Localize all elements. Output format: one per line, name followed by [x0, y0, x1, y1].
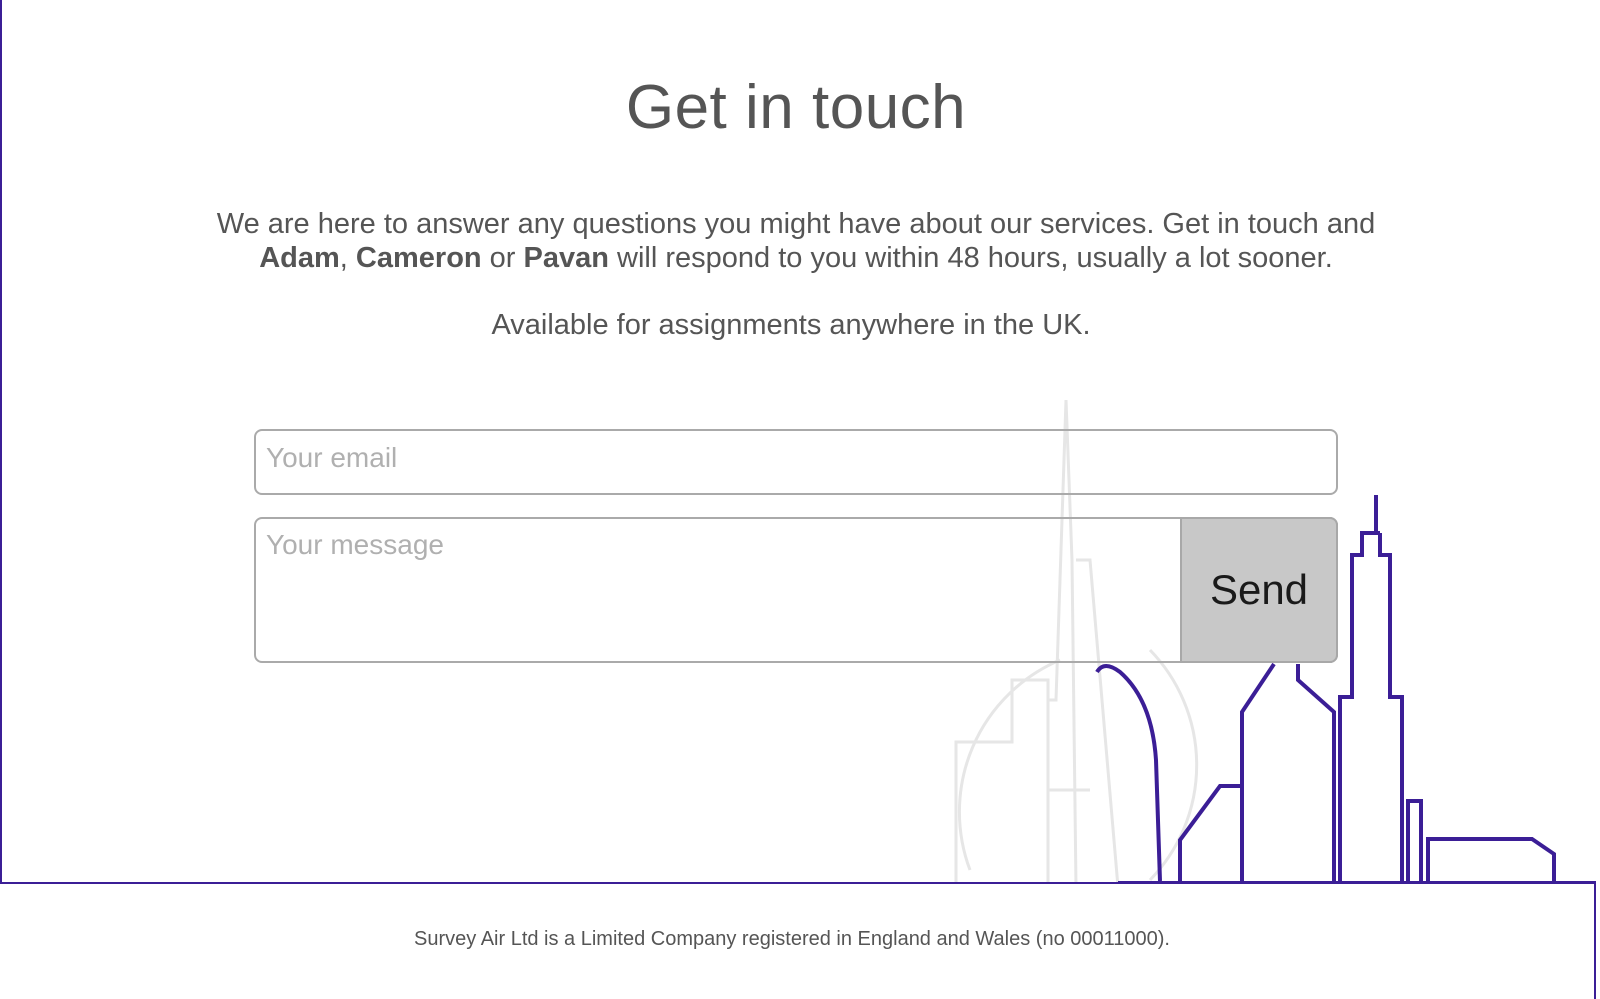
message-field[interactable] [254, 517, 1338, 663]
send-button[interactable]: Send [1180, 517, 1338, 663]
intro-separator-comma: , [339, 242, 356, 274]
page-title: Get in touch [625, 73, 967, 142]
company-registration-note: Survey Air Ltd is a Limited Company regi… [414, 928, 1170, 950]
intro-text: We are here to answer any questions you … [100, 207, 1492, 275]
footer: Survey Air Ltd is a Limited Company regi… [0, 882, 1596, 999]
contact-person-cameron: Cameron [355, 242, 482, 274]
email-field[interactable] [254, 429, 1338, 495]
intro-line-2-tail: will respond to you within 48 hours, usu… [608, 242, 1333, 274]
contact-person-adam: Adam [259, 242, 340, 274]
page-frame [0, 0, 1598, 999]
intro-line-1: We are here to answer any questions you … [216, 208, 1376, 240]
availability-text: Available for assignments anywhere in th… [491, 309, 1091, 341]
intro-separator-or: or [481, 242, 524, 274]
contact-person-pavan: Pavan [523, 242, 609, 274]
